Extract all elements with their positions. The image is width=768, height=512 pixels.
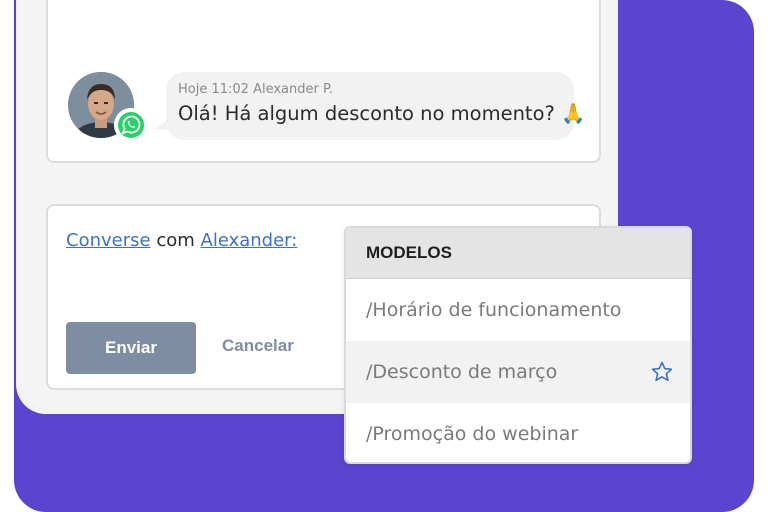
message-bubble: Hoje 11:02 Alexander P. Olá! Há algum de… xyxy=(166,72,586,140)
reply-connector: com xyxy=(156,230,195,251)
whatsapp-icon xyxy=(118,112,144,138)
template-item-desconto[interactable]: /Desconto de março xyxy=(346,341,690,403)
template-label: /Promoção do webinar xyxy=(366,423,579,445)
template-label: /Desconto de março xyxy=(366,361,558,383)
message-sender: Alexander P. xyxy=(253,82,333,97)
reply-recipient-line: Converse com Alexander: xyxy=(66,230,297,251)
templates-title: MODELOS xyxy=(346,228,690,279)
cancel-button[interactable]: Cancelar xyxy=(222,336,294,356)
templates-dropdown: MODELOS /Horário de funcionamento /Desco… xyxy=(344,226,692,464)
send-button[interactable]: Enviar xyxy=(66,322,196,374)
message-text: Olá! Há algum desconto no momento? 🙏 xyxy=(178,102,586,125)
message-card: Hoje 11:02 Alexander P. Olá! Há algum de… xyxy=(46,0,601,163)
converse-link[interactable]: Converse xyxy=(66,230,151,251)
template-label: /Horário de funcionamento xyxy=(366,299,622,321)
message-timestamp: Hoje 11:02 xyxy=(178,82,249,97)
template-item-promocao[interactable]: /Promoção do webinar xyxy=(346,403,690,462)
whatsapp-badge xyxy=(114,108,148,142)
star-icon[interactable] xyxy=(650,360,674,384)
template-item-horario[interactable]: /Horário de funcionamento xyxy=(346,279,690,341)
message-meta: Hoje 11:02 Alexander P. xyxy=(178,82,560,98)
recipient-link[interactable]: Alexander: xyxy=(201,230,298,251)
